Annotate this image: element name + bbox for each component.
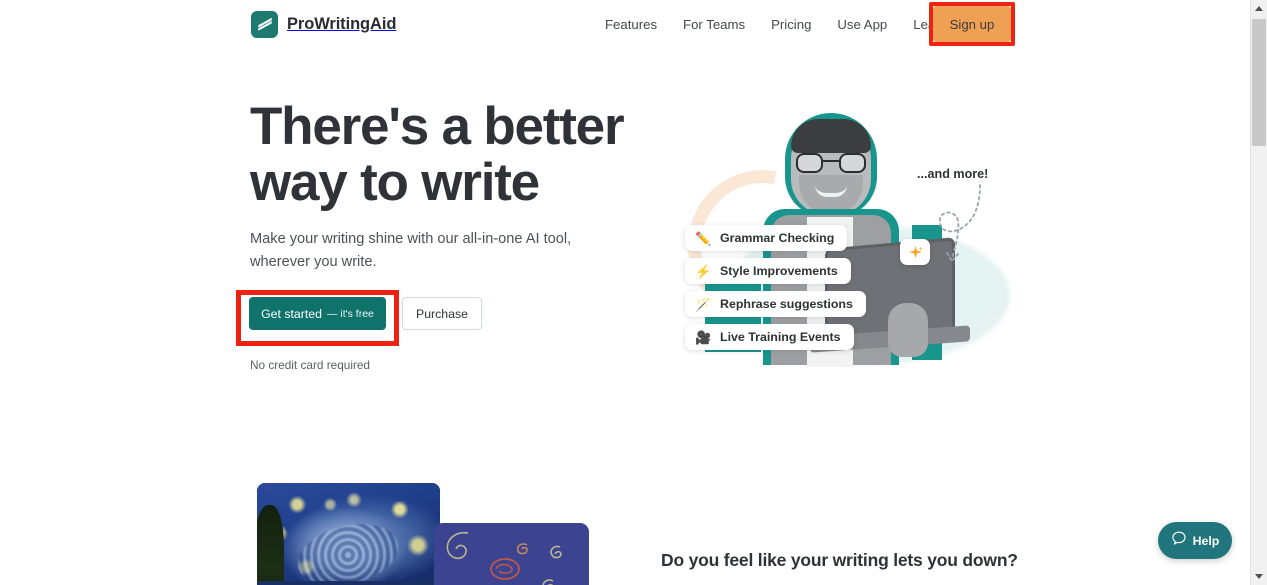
get-started-button[interactable]: Get started — it's free	[249, 297, 386, 330]
feature-chip-label: Rephrase suggestions	[720, 297, 853, 311]
brand-name: ProWritingAid	[287, 15, 397, 33]
nav-item-for-teams[interactable]: For Teams	[670, 0, 758, 49]
help-widget-button[interactable]: Help	[1158, 522, 1232, 559]
curly-arrow-icon	[938, 184, 981, 263]
speech-bubble-icon	[1171, 530, 1187, 551]
site-header: ProWritingAid Features For Teams Pricing…	[0, 0, 1250, 49]
help-widget-label: Help	[1192, 533, 1220, 548]
hero-subtitle: Make your writing shine with our all-in-…	[250, 231, 572, 270]
hero-heading-line-2: way to write	[250, 153, 540, 212]
chevron-down-icon	[1255, 574, 1263, 579]
feature-chip-style-improvements[interactable]: ⚡ Style Improvements	[685, 258, 851, 284]
browser-page: ProWritingAid Features For Teams Pricing…	[0, 0, 1267, 585]
nav-item-use-app[interactable]: Use App	[824, 0, 900, 49]
hero-illustration: ...and more! ✏️ Grammar Checking ⚡ Style…	[658, 95, 1060, 370]
nav-item-features[interactable]: Features	[598, 0, 670, 49]
starry-night-cypress	[257, 504, 285, 585]
glasses-left-lens	[796, 153, 823, 173]
signup-button[interactable]: Sign up	[933, 6, 1011, 42]
purchase-button[interactable]: Purchase	[402, 297, 482, 330]
pencil-icon: ✏️	[695, 230, 712, 246]
page-title: There's a better way to write	[250, 99, 670, 211]
book-pages-icon	[251, 11, 278, 38]
feature-chip-grammar-checking[interactable]: ✏️ Grammar Checking	[685, 225, 848, 251]
get-started-label: Get started	[261, 306, 322, 321]
glasses-bridge	[823, 160, 839, 163]
feature-chip-live-training-events[interactable]: 🎥 Live Training Events	[685, 324, 854, 350]
video-camera-icon: 🎥	[695, 329, 712, 345]
feature-chip-label: Grammar Checking	[720, 231, 835, 245]
chevron-up-icon	[1255, 6, 1263, 11]
glasses-right-lens	[839, 153, 866, 173]
glasses-icon	[796, 153, 866, 173]
magic-wand-icon: 🪄	[695, 296, 712, 312]
feature-chip-rephrase-suggestions[interactable]: 🪄 Rephrase suggestions	[685, 291, 866, 317]
and-more-annotation: ...and more!	[917, 167, 989, 181]
scrollbar-thumb[interactable]	[1252, 19, 1266, 146]
hero-heading-line-1: There's a better	[250, 97, 625, 156]
person-hair	[791, 119, 871, 153]
brand-logo-link[interactable]: ProWritingAid	[251, 11, 396, 38]
starry-night-hills	[257, 581, 440, 585]
lightning-icon: ⚡	[695, 263, 712, 279]
page-scrollbar[interactable]	[1250, 0, 1267, 585]
signup-button-wrapper: Sign up	[933, 6, 1011, 42]
feature-chip-label: Live Training Events	[720, 330, 841, 344]
scrollbar-up-arrow[interactable]	[1251, 0, 1267, 17]
starry-night-image	[257, 483, 440, 585]
person-hand	[888, 303, 928, 357]
feature-chip-label: Style Improvements	[720, 264, 838, 278]
scrollbar-down-arrow[interactable]	[1251, 568, 1267, 585]
feature-chip-list: ✏️ Grammar Checking ⚡ Style Improvements…	[685, 225, 866, 350]
nav-item-pricing[interactable]: Pricing	[758, 0, 824, 49]
page-viewport: ProWritingAid Features For Teams Pricing…	[0, 0, 1250, 585]
section-heading: Do you feel like your writing lets you d…	[661, 550, 1018, 570]
hero-cta-row: Get started — it's free Purchase	[249, 297, 482, 330]
blue-doodle-panel	[434, 523, 589, 585]
get-started-note: — it's free	[326, 307, 374, 320]
no-credit-card-note: No credit card required	[250, 358, 370, 372]
